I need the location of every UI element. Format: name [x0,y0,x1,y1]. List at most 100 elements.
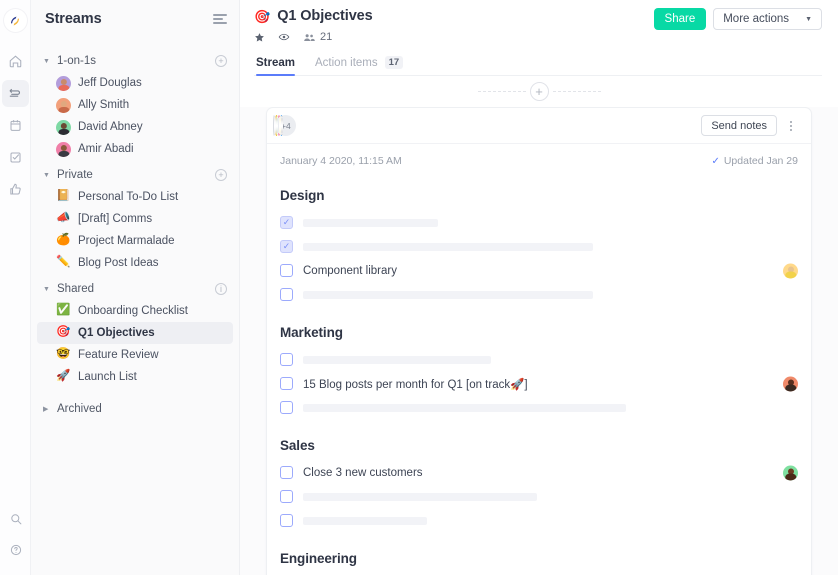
checklist-row[interactable] [280,349,798,370]
stream-entry-card: +4 Send notes January 4 2020, 11:15 AM ✓… [266,107,812,575]
sidebar-group-shared[interactable]: ▼Sharedi [31,278,239,300]
checkbox-unchecked[interactable] [280,377,293,390]
assignee-avatar[interactable] [783,376,798,391]
sidebar-item-draft-comms[interactable]: 📣[Draft] Comms [37,208,233,230]
sidebar-item-amir-abadi[interactable]: Amir Abadi [37,138,233,160]
logo-icon[interactable] [4,9,27,32]
checkbox-unchecked[interactable] [280,288,293,301]
checkbox-unchecked[interactable] [280,514,293,527]
sidebar-item-label: Blog Post Ideas [78,257,159,269]
home-icon[interactable] [2,48,29,75]
people-count[interactable]: 21 [303,31,332,43]
sidebar-group-private[interactable]: ▼Private+ [31,164,239,186]
sidebar-item-david-abney[interactable]: David Abney [37,116,233,138]
share-button[interactable]: Share [654,8,707,30]
more-actions-label: More actions [723,13,789,25]
sidebar-item-label: Ally Smith [78,99,129,111]
card-date-bar: January 4 2020, 11:15 AM ✓ Updated Jan 2… [280,155,798,167]
tab-badge: 17 [385,56,404,69]
sidebar-item-launch-list[interactable]: 🚀Launch List [37,366,233,388]
tab-label: Action items [315,57,378,69]
checkbox-unchecked[interactable] [280,466,293,479]
checklist-row[interactable] [280,397,798,418]
send-notes-button[interactable]: Send notes [701,115,777,136]
stream-emoji-icon: 📔 [56,190,71,205]
checklist-item-label: Component library [303,265,397,277]
help-icon[interactable] [2,536,29,563]
avatar[interactable] [273,115,276,136]
checklist-item-label: Close 3 new customers [303,467,423,479]
checklist-row[interactable]: Component library [280,260,798,281]
stream-emoji-icon: 🤓 [56,348,71,363]
stream-emoji-icon: 🚀 [56,370,71,385]
plus-icon[interactable]: + [530,82,549,101]
sidebar-item-label: Feature Review [78,349,159,361]
stream-emoji-icon: 🎯 [56,326,71,341]
sidebar-archived-label: Archived [57,403,227,415]
sidebar-title: Streams [45,11,102,27]
checkbox-unchecked[interactable] [280,490,293,503]
checklist-row[interactable] [280,284,798,305]
checklist-row[interactable] [280,510,798,531]
checklist-row[interactable]: ✓ [280,236,798,257]
sidebar-groups: ▼1-on-1s+Jeff DouglasAlly SmithDavid Abn… [31,38,239,388]
main-header: 🎯 Q1 Objectives [240,0,838,76]
chevron-down-icon: ▼ [43,58,52,65]
star-icon[interactable] [254,32,265,43]
sidebar-group-label: 1-on-1s [57,55,215,67]
chevron-down-icon: ▼ [43,172,52,179]
eye-icon[interactable] [278,31,290,43]
more-actions-button[interactable]: More actions ▼ [713,8,822,30]
chevron-right-icon: ▶ [43,406,52,413]
sidebar-group-1-on-1s[interactable]: ▼ 1-on-1s+ [31,50,239,72]
placeholder-bar [303,493,537,501]
tab-stream[interactable]: Stream [256,57,295,75]
checkbox-checked[interactable]: ✓ [280,240,293,253]
tab-action-items[interactable]: Action items 17 [315,56,403,75]
sidebar-item-label: Jeff Douglas [78,77,142,89]
search-icon[interactable] [2,505,29,532]
sidebar-item-onboarding-checklist[interactable]: ✅Onboarding Checklist [37,300,233,322]
feedback-icon[interactable] [2,176,29,203]
section-title-engineering: Engineering [280,551,798,566]
kebab-icon[interactable] [784,121,798,131]
checkbox-unchecked[interactable] [280,264,293,277]
sidebar-item-jeff-douglas[interactable]: Jeff Douglas [37,72,233,94]
assignee-avatar[interactable] [783,465,798,480]
checklist-row[interactable] [280,486,798,507]
checklist-item-label: 15 Blog posts per month for Q1 [on track… [303,377,528,391]
sidebar-item-label: Personal To-Do List [78,191,178,203]
tab-bar: Stream Action items 17 [254,56,822,76]
checklist-row[interactable]: Close 3 new customers [280,462,798,483]
add-icon[interactable]: + [215,169,227,181]
main-panel: 🎯 Q1 Objectives [240,0,838,575]
info-icon[interactable]: i [215,283,227,295]
updated-status: ✓ Updated Jan 29 [711,155,798,167]
placeholder-bar [303,356,491,364]
avatar-stack[interactable]: +4 [280,115,296,136]
sidebar-item-project-marmalade[interactable]: 🍊Project Marmalade [37,230,233,252]
checklist-row[interactable]: 15 Blog posts per month for Q1 [on track… [280,373,798,394]
divider-right [553,91,601,92]
checkbox-unchecked[interactable] [280,353,293,366]
check-icon: ✓ [711,156,719,167]
divider-left [478,91,526,92]
updated-label: Updated Jan 29 [724,155,798,167]
sidebar-item-q1-objectives[interactable]: 🎯Q1 Objectives [37,322,233,344]
sidebar-group-archived[interactable]: ▶ Archived [31,398,239,420]
sidebar-item-ally-smith[interactable]: Ally Smith [37,94,233,116]
sidebar-item-personal-to-do-list[interactable]: 📔 Personal To-Do List [37,186,233,208]
checkbox-checked[interactable]: ✓ [280,216,293,229]
main-scroll-area: + +4 Send notes January 4 2020, 11:15 AM… [240,76,838,575]
checklist-row[interactable]: ✓ [280,212,798,233]
sidebar-item-feature-review[interactable]: 🤓 Feature Review [37,344,233,366]
assignee-avatar[interactable] [783,263,798,278]
sidebar-item-blog-post-ideas[interactable]: ✏️Blog Post Ideas [37,252,233,274]
calendar-icon[interactable] [2,112,29,139]
hamburger-icon[interactable] [213,14,227,24]
streams-icon[interactable] [2,80,29,107]
tasks-icon[interactable] [2,144,29,171]
add-icon[interactable]: + [215,55,227,67]
avatar [56,120,71,135]
checkbox-unchecked[interactable] [280,401,293,414]
